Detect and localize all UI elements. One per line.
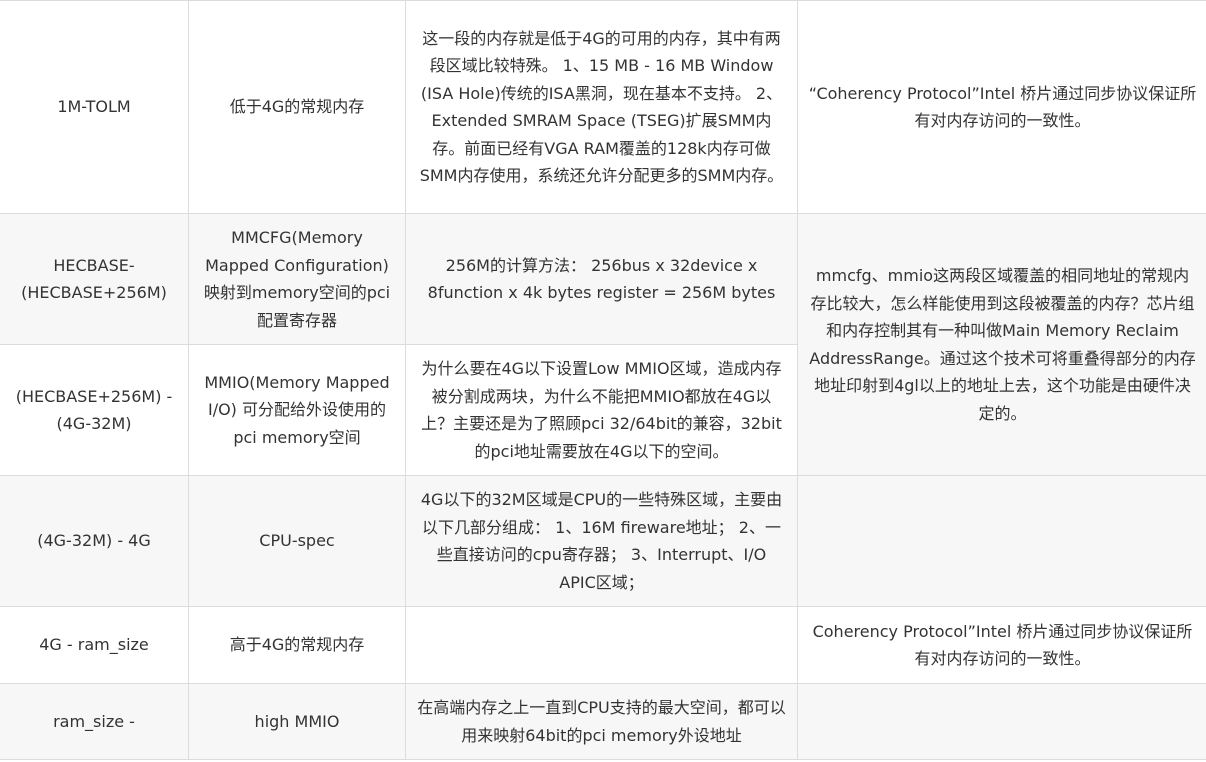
table-row: (4G-32M) - 4G CPU-spec 4G以下的32M区域是CPU的一些… (0, 475, 1206, 607)
memory-map-table: 1M-TOLM 低于4G的常规内存 这一段的内存就是低于4G的可用的内存，其中有… (0, 0, 1206, 760)
type-cell: high MMIO (188, 683, 406, 760)
note-cell (797, 475, 1206, 607)
range-cell: HECBASE-(HECBASE+256M) (0, 213, 189, 345)
table-row: 1M-TOLM 低于4G的常规内存 这一段的内存就是低于4G的可用的内存，其中有… (0, 0, 1206, 214)
type-cell: MMIO(Memory Mapped I/O) 可分配给外设使用的pci mem… (188, 344, 406, 476)
table-row: HECBASE-(HECBASE+256M) MMCFG(Memory Mapp… (0, 213, 1206, 476)
description-cell: 在高端内存之上一直到CPU支持的最大空间，都可以用来映射64bit的pci me… (405, 683, 798, 760)
range-cell: 4G - ram_size (0, 606, 189, 684)
range-cell: (HECBASE+256M) - (4G-32M) (0, 344, 189, 476)
range-cell: ram_size - (0, 683, 189, 760)
range-cell: 1M-TOLM (0, 0, 189, 214)
range-cell: (4G-32M) - 4G (0, 475, 189, 607)
type-cell: MMCFG(Memory Mapped Configuration)映射到mem… (188, 213, 406, 345)
description-cell: 这一段的内存就是低于4G的可用的内存，其中有两段区域比较特殊。 1、15 MB … (405, 0, 798, 214)
description-cell: 4G以下的32M区域是CPU的一些特殊区域，主要由以下几部分组成： 1、16M … (405, 475, 798, 607)
note-cell: “Coherency Protocol”Intel 桥片通过同步协议保证所有对内… (797, 0, 1206, 214)
table-row: ram_size - high MMIO 在高端内存之上一直到CPU支持的最大空… (0, 683, 1206, 760)
type-cell: 高于4G的常规内存 (188, 606, 406, 684)
type-cell: CPU-spec (188, 475, 406, 607)
note-cell: mmcfg、mmio这两段区域覆盖的相同地址的常规内存比较大，怎么样能使用到这段… (797, 213, 1206, 476)
description-cell: 256M的计算方法： 256bus x 32device x 8function… (405, 213, 798, 345)
type-cell: 低于4G的常规内存 (188, 0, 406, 214)
note-cell (797, 683, 1206, 760)
description-cell: 为什么要在4G以下设置Low MMIO区域，造成内存被分割成两块，为什么不能把M… (405, 344, 798, 476)
table-row: 4G - ram_size 高于4G的常规内存 Coherency Protoc… (0, 606, 1206, 684)
note-cell: Coherency Protocol”Intel 桥片通过同步协议保证所有对内存… (797, 606, 1206, 684)
description-cell (405, 606, 798, 684)
